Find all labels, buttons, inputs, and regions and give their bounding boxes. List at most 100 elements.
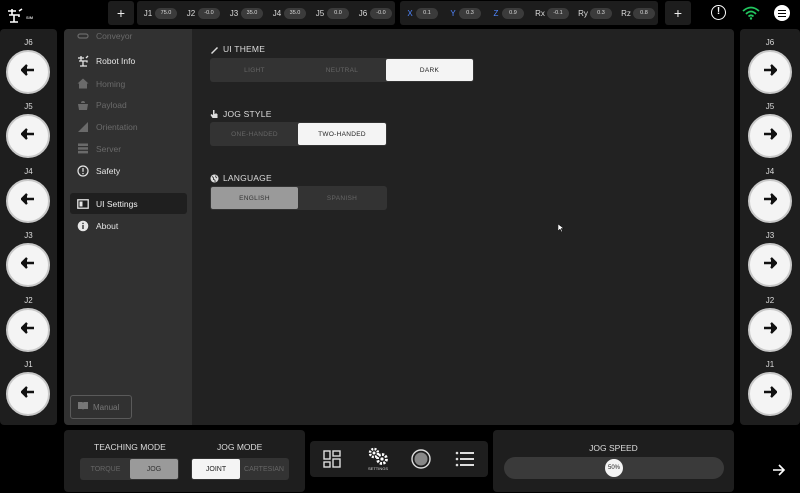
dashboard-button[interactable] [319,446,345,472]
language-label: LANGUAGE [223,173,272,183]
right-jog-column: J6 J5 J4 J3 J2 J1 [740,29,800,425]
sidebar-item-label: Payload [96,99,127,110]
menu-icon[interactable] [774,5,790,21]
jog-speed-knob[interactable]: 50% [605,459,623,477]
sidebar-item-robot-info[interactable]: Robot Info [70,50,187,71]
manual-button[interactable]: Manual [70,395,132,419]
top-bar: SIM + J1 75.0 J2 -0.0 J3 35.0 J4 35.0 J5 0.0 J6 -0.… [0,0,800,27]
hand-icon [210,110,218,118]
option-dark[interactable]: DARK [386,59,473,81]
payload-icon [77,99,89,111]
arrow-right-icon [763,256,778,274]
brush-icon [211,46,218,54]
joint-value: -0.0 [370,7,392,19]
jog-positive-button[interactable] [748,114,792,159]
option-joint[interactable]: JOINT [192,459,240,479]
jog-speed-slider[interactable]: 50% [504,457,724,479]
arrow-left-icon [20,63,35,81]
option-neutral[interactable]: NEUTRAL [298,59,386,81]
safety-icon [77,164,89,177]
sidebar-item-orientation: Orientation [70,116,187,137]
option-english[interactable]: ENGLISH [211,187,298,209]
jog-positive-button[interactable] [748,243,792,288]
option-torque[interactable]: TORQUE [81,459,130,479]
jog-label: J6 [765,38,775,47]
book-icon [77,401,89,413]
cartesian-readout-rz: Rz 0.8 [619,7,655,19]
jog-label: J1 [765,360,775,369]
cartesian-value: 0.3 [459,7,481,19]
arrow-right-icon[interactable] [772,464,786,476]
program-list-button[interactable] [452,446,478,472]
alert-icon[interactable]: ! [711,5,726,20]
home-icon [77,78,89,90]
cartesian-readout-z: Z 0.9 [490,7,524,19]
jog-left-j6: J6 [0,38,57,102]
sidebar-item-conveyor: Conveyor [70,29,187,43]
option-one-handed[interactable]: ONE-HANDED [211,123,298,145]
sidebar-item-label: Server [96,143,122,154]
sidebar-item-label: Homing [96,78,126,89]
jog-label: J2 [24,295,33,305]
jog-mode-selector: JOINT CARTESIAN [191,458,289,480]
sidebar-item-label: Robot Info [96,55,136,66]
jog-right-j2: J2 [740,296,800,360]
jog-positive-button[interactable] [748,307,792,352]
jog-negative-button[interactable] [6,243,50,288]
jog-speed-title: JOG SPEED [589,443,638,453]
jog-positive-button[interactable] [748,178,792,223]
ui-theme-label: UI THEME [223,44,266,54]
jog-positive-button[interactable] [748,50,792,94]
cartesian-label: Rz [621,8,631,18]
list-icon [455,451,474,467]
jog-negative-button[interactable] [6,114,50,159]
add-joint-readout-button[interactable]: + [108,1,134,25]
language-selector: ENGLISH SPANISH [210,186,387,210]
cartesian-readout-ry: Ry 0.3 [576,7,612,19]
jog-label: J4 [765,166,775,176]
record-button[interactable] [408,446,434,472]
cartesian-label: Rx [535,8,545,18]
jog-negative-button[interactable] [6,50,50,94]
sidebar-item-homing: Homing [70,73,187,94]
jog-left-j3: J3 [0,231,57,295]
sidebar-item-label: UI Settings [96,198,138,209]
option-two-handed[interactable]: TWO-HANDED [298,123,386,145]
jog-negative-button[interactable] [6,307,50,352]
cartesian-readout-y: Y 0.3 [447,7,481,19]
joint-value: 0.0 [327,7,349,19]
language-title: LANGUAGE [210,173,272,183]
cartesian-value: 0.9 [502,7,524,19]
robot-logo-icon [8,8,23,23]
sidebar-item-ui-settings[interactable]: UI Settings [70,193,187,214]
manual-label: Manual [93,402,120,412]
option-cartesian[interactable]: CARTESIAN [240,459,288,479]
joint-readout-j2: J2 -0.0 [184,7,220,19]
robot-icon [77,55,89,67]
arrow-left-icon [20,256,35,274]
cartesian-value: 0.1 [416,7,438,19]
sidebar-item-about[interactable]: About [70,215,187,236]
jog-positive-button[interactable] [748,372,792,416]
option-spanish[interactable]: SPANISH [298,187,386,209]
jog-negative-button[interactable] [6,372,50,416]
joint-readout-j6: J6 -0.0 [356,7,392,19]
settings-caption: SETTINGS [367,466,388,471]
mode-panel: TEACHING MODE TORQUE JOG JOG MODE JOINT CA… [64,430,305,492]
cartesian-value: 0.3 [590,7,612,19]
settings-nav-button[interactable]: SETTINGS [365,446,391,472]
option-light[interactable]: LIGHT [211,59,298,81]
arrow-right-icon [763,127,778,145]
option-jog[interactable]: JOG [130,459,178,479]
jog-negative-button[interactable] [6,178,50,223]
cartesian-readouts: X 0.1 Y 0.3 Z 0.9 Rx -0.1 Ry 0.3 Rz 0.8 [400,1,658,25]
info-icon [77,220,89,232]
joint-label: J5 [315,8,325,18]
jog-speed-panel: JOG SPEED 50% [493,430,734,492]
wifi-icon [742,6,760,20]
joint-readout-j5: J5 0.0 [313,7,349,19]
add-cartesian-readout-button[interactable]: + [665,1,691,25]
sidebar-item-safety[interactable]: Safety [70,160,187,181]
arrow-left-icon [20,321,35,339]
nav-panel: SETTINGS [310,441,488,477]
